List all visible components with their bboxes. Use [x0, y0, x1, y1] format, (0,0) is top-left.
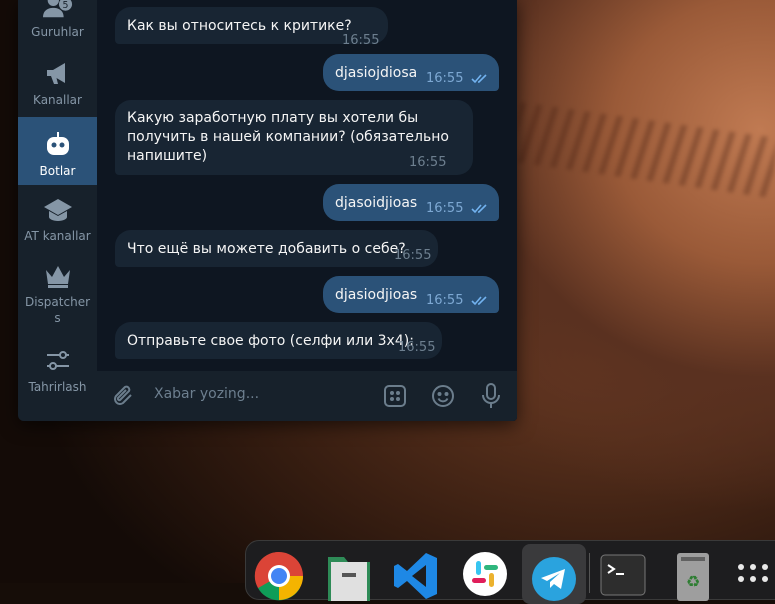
message-composer: Xabar yozing...	[97, 371, 517, 421]
trash-icon[interactable]: ♻	[668, 551, 718, 601]
message-text: Что ещё вы можете добавить о себе?	[127, 241, 406, 257]
folder-label-wrap: s	[54, 311, 61, 325]
attach-icon[interactable]	[110, 383, 136, 409]
message-text: djasiojdiosa	[335, 65, 418, 81]
message-time: 16:55	[409, 155, 447, 170]
message-outgoing[interactable]: djasiodjioas 16:55	[323, 276, 499, 313]
group-icon: 5	[42, 0, 73, 20]
folder-label: Guruhlar	[31, 25, 84, 39]
message-time: 16:55	[394, 248, 432, 263]
message-outgoing[interactable]: djasiojdiosa 16:55	[323, 54, 499, 91]
slack-icon[interactable]	[460, 551, 510, 601]
folder-bots[interactable]: Botlar	[18, 117, 97, 185]
folder-edit[interactable]: Tahrirlash	[18, 333, 97, 401]
message-time: 16:55	[342, 33, 380, 48]
message-text: djasoidjioas	[335, 195, 418, 211]
files-icon[interactable]	[324, 551, 374, 601]
terminal-icon[interactable]	[598, 551, 648, 601]
telegram-icon[interactable]	[522, 544, 586, 604]
crown-icon	[43, 262, 73, 290]
message-text-line: напишите)	[127, 148, 208, 164]
message-text: djasiodjioas	[335, 287, 418, 303]
message-text: Отправьте свое фото (селфи или 3x4):	[127, 333, 414, 349]
robot-icon	[43, 131, 73, 159]
message-time: 16:55	[426, 71, 464, 86]
message-incoming[interactable]: Как вы относитесь к критике? 16:55	[115, 7, 388, 48]
microphone-icon[interactable]	[478, 383, 504, 409]
message-time: 16:55	[426, 293, 464, 308]
folder-label: Tahrirlash	[28, 380, 87, 394]
message-input[interactable]: Xabar yozing...	[154, 386, 259, 402]
dock: ♻	[245, 540, 775, 604]
folder-groups[interactable]: 5 Guruhlar	[18, 0, 97, 46]
chrome-icon[interactable]	[254, 551, 304, 601]
read-checks-icon	[471, 71, 489, 90]
folder-label: Kanallar	[33, 93, 82, 107]
folder-label: Botlar	[39, 164, 76, 178]
groups-badge: 5	[62, 0, 68, 11]
telegram-window: 5 Guruhlar Kanallar Botlar AT kanallar D…	[18, 0, 517, 421]
message-text-line: Какую заработную плату вы хотели бы	[127, 110, 419, 126]
read-checks-icon	[471, 201, 489, 220]
message-incoming[interactable]: Какую заработную плату вы хотели бы полу…	[115, 100, 473, 175]
megaphone-icon	[43, 60, 73, 88]
message-outgoing[interactable]: djasoidjioas 16:55	[323, 184, 499, 221]
vscode-icon[interactable]	[391, 551, 441, 601]
svg-text:♻: ♻	[686, 572, 700, 591]
folder-dispatchers[interactable]: Dispatcher s	[18, 262, 97, 332]
folder-sidebar: 5 Guruhlar Kanallar Botlar AT kanallar D…	[18, 0, 97, 421]
message-text-line: получить в нашей компании? (обязательно	[127, 129, 449, 145]
app-grid-icon[interactable]	[730, 551, 775, 601]
read-checks-icon	[471, 293, 489, 312]
message-time: 16:55	[398, 340, 436, 355]
bot-commands-icon[interactable]	[382, 383, 408, 409]
sliders-icon	[43, 347, 73, 375]
message-time: 16:55	[426, 201, 464, 216]
graduation-cap-icon	[43, 196, 73, 224]
message-incoming[interactable]: Что ещё вы можете добавить о себе? 16:55	[115, 230, 438, 267]
message-text: Как вы относитесь к критике?	[127, 18, 352, 34]
emoji-icon[interactable]	[430, 383, 456, 409]
folder-at-channels[interactable]: AT kanallar	[18, 182, 97, 250]
chat-area: Как вы относитесь к критике? 16:55 djasi…	[97, 0, 517, 421]
folder-channels[interactable]: Kanallar	[18, 46, 97, 114]
folder-label: AT kanallar	[24, 229, 91, 243]
message-incoming[interactable]: Отправьте свое фото (селфи или 3x4): 16:…	[115, 322, 442, 359]
folder-label: Dispatcher	[24, 295, 91, 309]
dock-separator	[589, 553, 590, 593]
